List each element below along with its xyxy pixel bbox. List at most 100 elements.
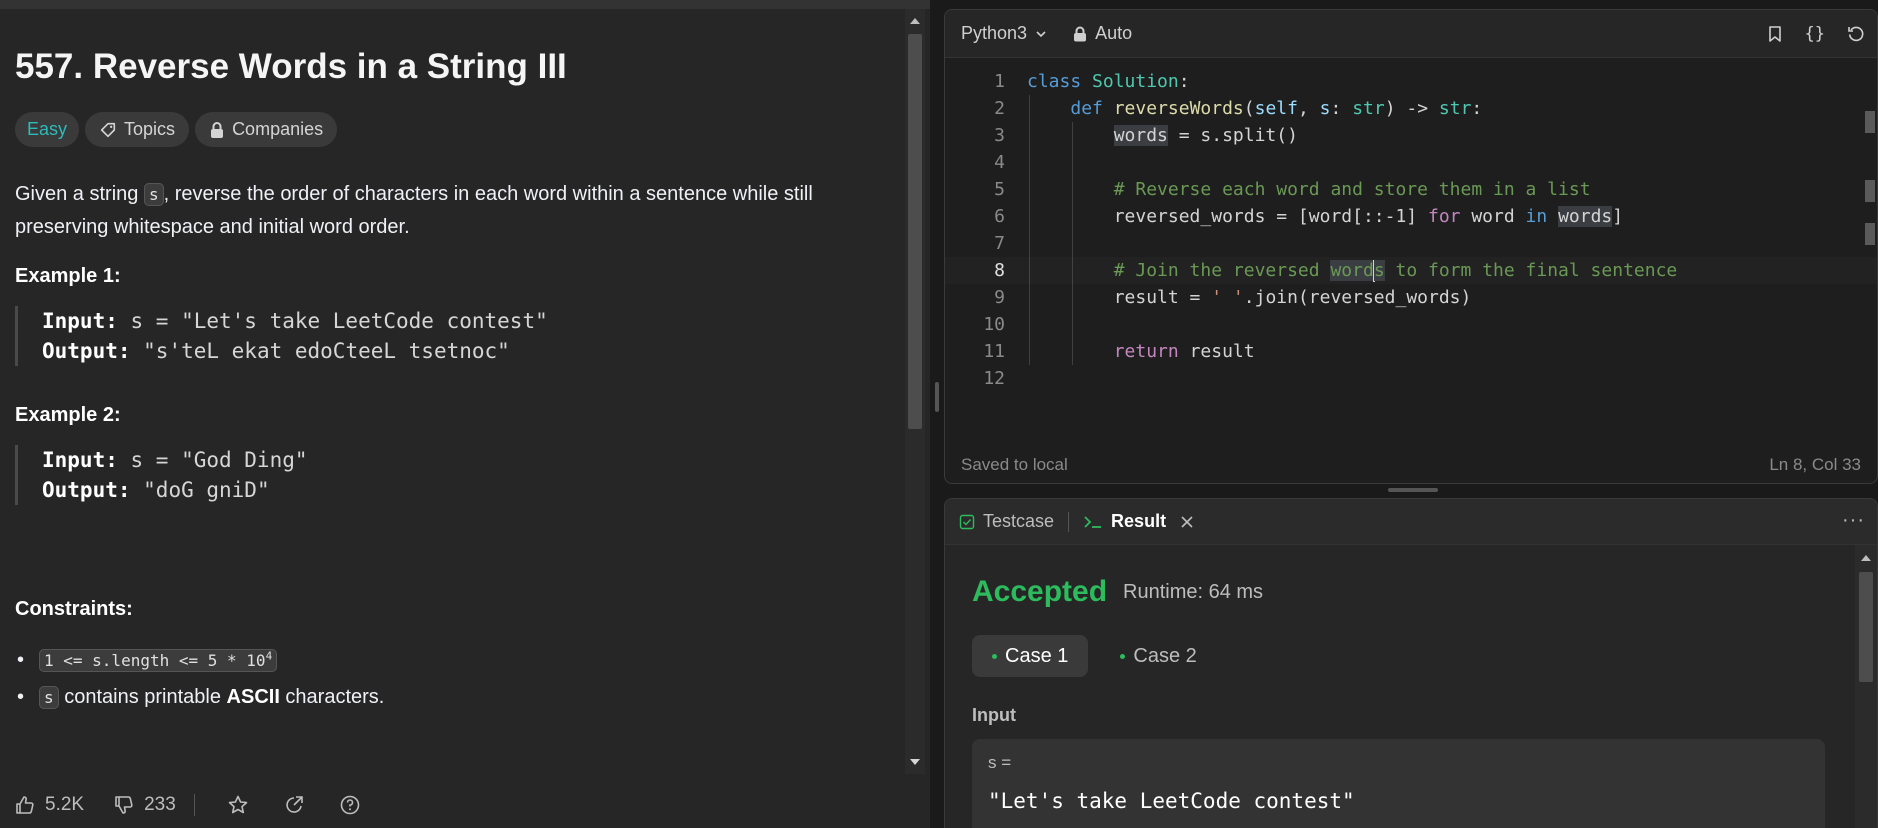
result-tabs: Testcase Result ···: [945, 499, 1877, 545]
code-token: def: [1070, 98, 1103, 119]
code-line: 11 return result: [945, 338, 1877, 365]
scroll-thumb[interactable]: [1859, 572, 1873, 682]
code-token: words: [1113, 125, 1168, 146]
code-line: 7: [945, 230, 1877, 257]
example-2-heading: Example 2:: [15, 404, 121, 426]
code-comment: to form the final sentence: [1384, 260, 1678, 281]
scroll-up-arrow-icon[interactable]: [1861, 555, 1871, 561]
lock-icon: [211, 121, 224, 138]
reset-icon[interactable]: [1847, 25, 1865, 43]
thumbs-down-icon: [115, 795, 133, 814]
code-token: = s.split(): [1167, 125, 1298, 146]
like-button[interactable]: 5.2K: [15, 794, 84, 816]
tab-testcase[interactable]: Testcase: [959, 511, 1054, 532]
help-icon[interactable]: [339, 794, 361, 816]
close-icon[interactable]: [1180, 515, 1194, 529]
input-label: Input:: [42, 448, 118, 472]
code-comment: # Reverse each word and store them in a …: [1113, 179, 1591, 200]
case-2-tab[interactable]: Case 2: [1100, 635, 1216, 677]
line-number: 11: [983, 341, 1005, 362]
code-token: class: [1027, 71, 1082, 92]
problem-title[interactable]: 557. Reverse Words in a String III: [15, 47, 567, 87]
line-number: 3: [994, 125, 1005, 146]
code-editor-panel: Python3 Auto {} 1 class Solution: 2 def r…: [944, 9, 1878, 484]
description-scrollbar[interactable]: [905, 9, 925, 774]
minimap-marker: [1865, 111, 1875, 133]
tab-testcase-label: Testcase: [983, 511, 1055, 531]
scroll-down-arrow-icon[interactable]: [910, 759, 920, 765]
topics-button[interactable]: Topics: [85, 112, 190, 147]
star-icon[interactable]: [227, 794, 249, 816]
code-line: 5 # Reverse each word and store them in …: [945, 176, 1877, 203]
constraint-code-text: 1 <= s.length <= 5 * 10: [44, 651, 266, 670]
save-status: Saved to local: [961, 455, 1068, 474]
share-icon[interactable]: [283, 794, 305, 816]
desc-text: preserving whitespace and initial word o…: [15, 216, 410, 238]
vertical-resize-handle[interactable]: [1388, 488, 1438, 492]
example-1-block: Input: s = "Let's take LeetCode contest"…: [15, 306, 615, 366]
resize-grip[interactable]: [935, 382, 939, 412]
terminal-icon: [1084, 515, 1102, 528]
panel-resize-handle[interactable]: [930, 0, 944, 828]
difficulty-badge[interactable]: Easy: [15, 112, 80, 147]
cursor-position: Ln 8, Col 33: [1769, 455, 1861, 474]
bookmark-icon[interactable]: [1767, 25, 1783, 43]
tab-result-label: Result: [1111, 511, 1167, 531]
result-status: Accepted: [972, 575, 1108, 608]
editor-actions: {}: [1767, 10, 1877, 58]
code-area[interactable]: 1 class Solution: 2 def reverseWords(self…: [945, 68, 1877, 392]
like-count: 5.2K: [45, 793, 85, 815]
tab-result[interactable]: Result: [1083, 511, 1194, 532]
code-token: self: [1254, 98, 1298, 119]
auto-mode-toggle[interactable]: Auto: [1073, 23, 1132, 44]
line-number: 6: [994, 206, 1005, 227]
language-select[interactable]: Python3: [961, 23, 1047, 44]
input-section-label: Input: [972, 705, 1016, 725]
line-number: 7: [994, 233, 1005, 254]
more-options-icon[interactable]: ···: [1842, 509, 1865, 532]
example-input: s = "God Ding": [117, 448, 308, 472]
format-code-icon[interactable]: {}: [1805, 24, 1825, 44]
checkbox-icon: [959, 514, 975, 529]
code-token: ,: [1297, 98, 1320, 119]
code-line: 2 def reverseWords(self, s: str) -> str:: [945, 95, 1877, 122]
difficulty-label: Easy: [27, 119, 68, 139]
pass-dot: [1120, 653, 1126, 659]
code-line: 9 result = ' '.join(reversed_words): [945, 284, 1877, 311]
scroll-thumb[interactable]: [908, 34, 922, 429]
code-token: Solution: [1092, 71, 1179, 92]
code-token: ]: [1612, 206, 1624, 227]
constraint-item: s contains printable ASCII characters.: [15, 686, 895, 709]
code-token: result =: [1113, 287, 1212, 308]
code-token: :: [1471, 98, 1483, 119]
constraints-list: 1 <= s.length <= 5 * 104 s contains prin…: [15, 649, 895, 723]
example-output: "s'teL ekat edoCteeL tsetnoc": [130, 339, 510, 363]
code-token: (: [1243, 98, 1255, 119]
variable-value: "Let's take LeetCode contest": [988, 789, 1355, 813]
scroll-up-arrow-icon[interactable]: [910, 18, 920, 24]
code-comment: # Join the reversed: [1113, 260, 1331, 281]
code-token: word: [1460, 206, 1526, 227]
dislike-button[interactable]: 233: [114, 794, 176, 816]
constraint-bold: ASCII: [226, 686, 280, 708]
example-1-heading: Example 1:: [15, 265, 121, 287]
case-1-tab[interactable]: Case 1: [972, 635, 1089, 677]
code-token: words: [1558, 206, 1613, 227]
code-token: :: [1178, 71, 1190, 92]
result-scrollbar[interactable]: [1855, 545, 1877, 828]
code-token: reverseWords: [1113, 98, 1244, 119]
companies-button[interactable]: Companies: [195, 112, 338, 147]
minimap-marker: [1865, 180, 1875, 202]
variable-label: s =: [988, 753, 1012, 772]
constraint-item: 1 <= s.length <= 5 * 104: [15, 649, 895, 672]
code-line: 12: [945, 365, 1877, 392]
line-number: 10: [983, 314, 1005, 335]
constraint-code: s: [39, 686, 59, 709]
description-paragraph: Given a string s, reverse the order of c…: [15, 178, 895, 243]
code-line: 4: [945, 149, 1877, 176]
code-token: reversed_words = [word[::-1]: [1113, 206, 1428, 227]
code-token: ' ': [1211, 287, 1244, 308]
companies-label: Companies: [232, 119, 324, 139]
exponent: 4: [265, 649, 273, 663]
